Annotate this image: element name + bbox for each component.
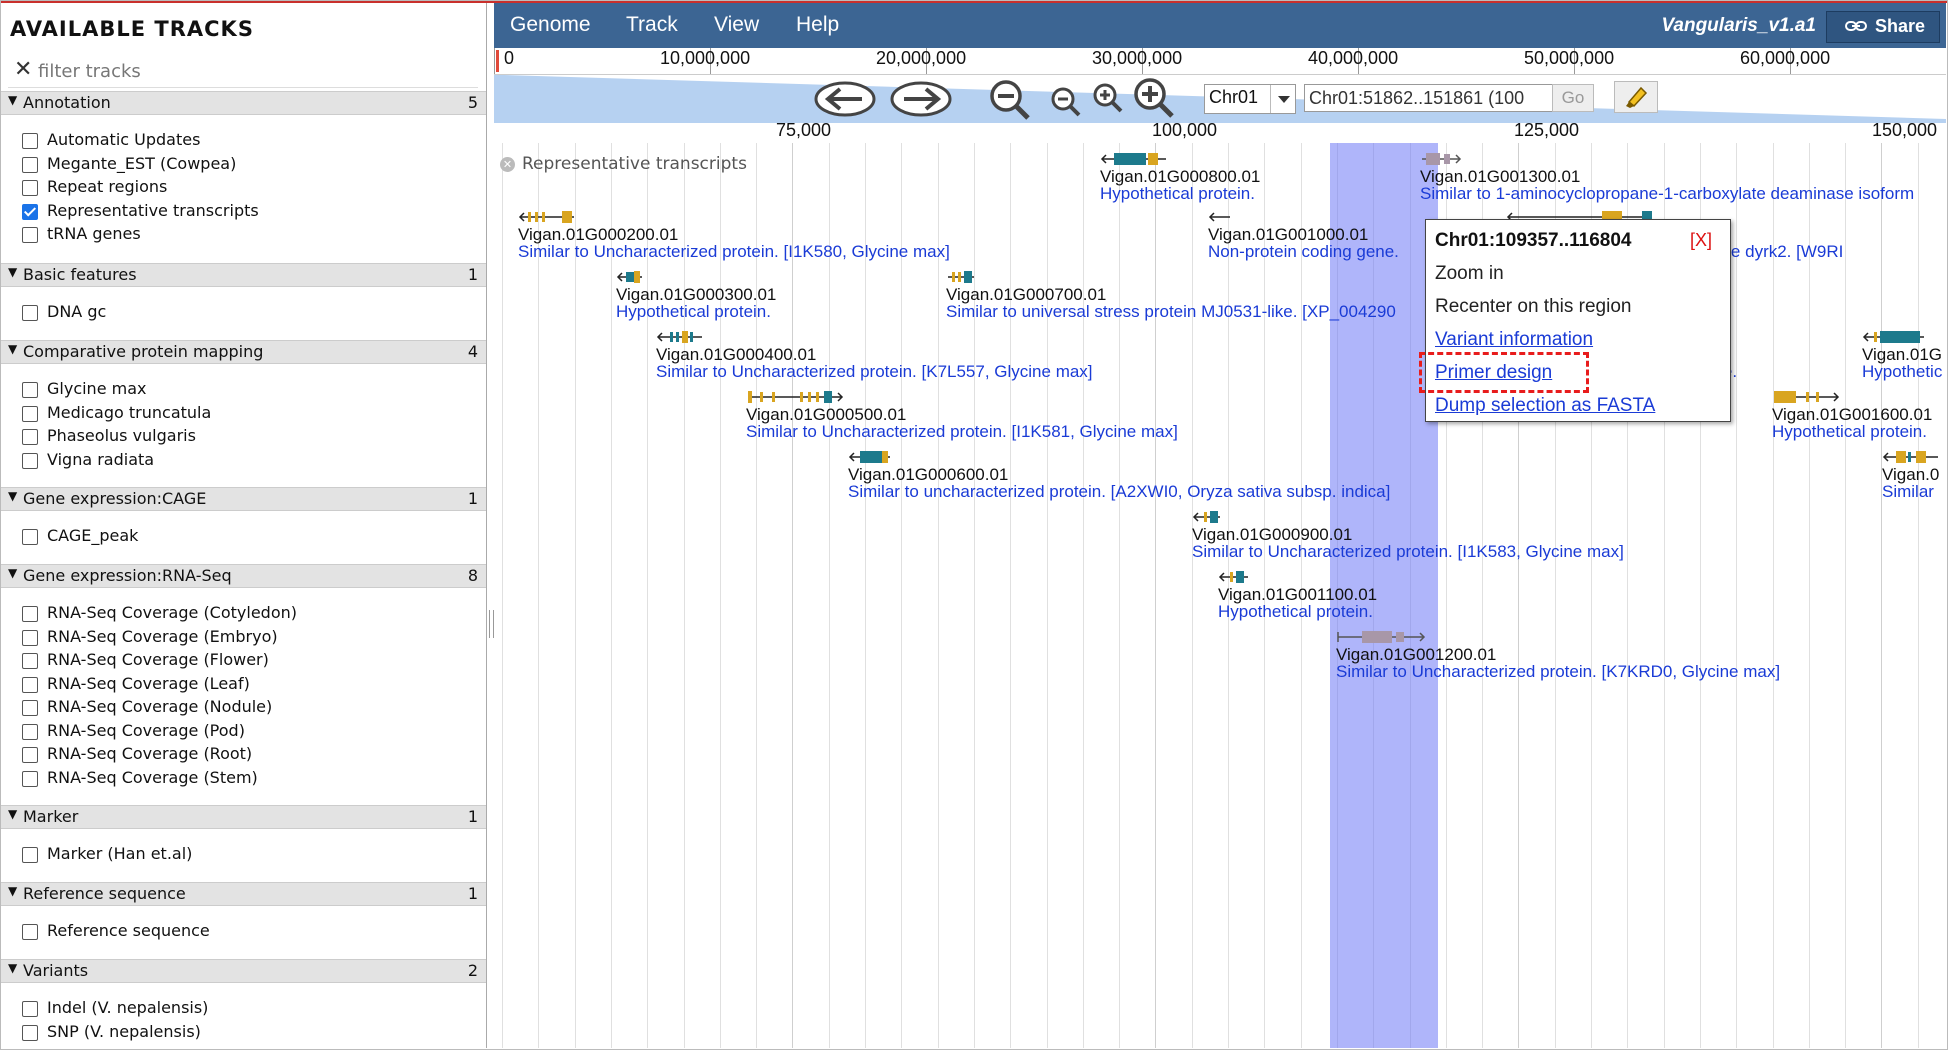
window-frame	[0, 0, 1948, 1050]
